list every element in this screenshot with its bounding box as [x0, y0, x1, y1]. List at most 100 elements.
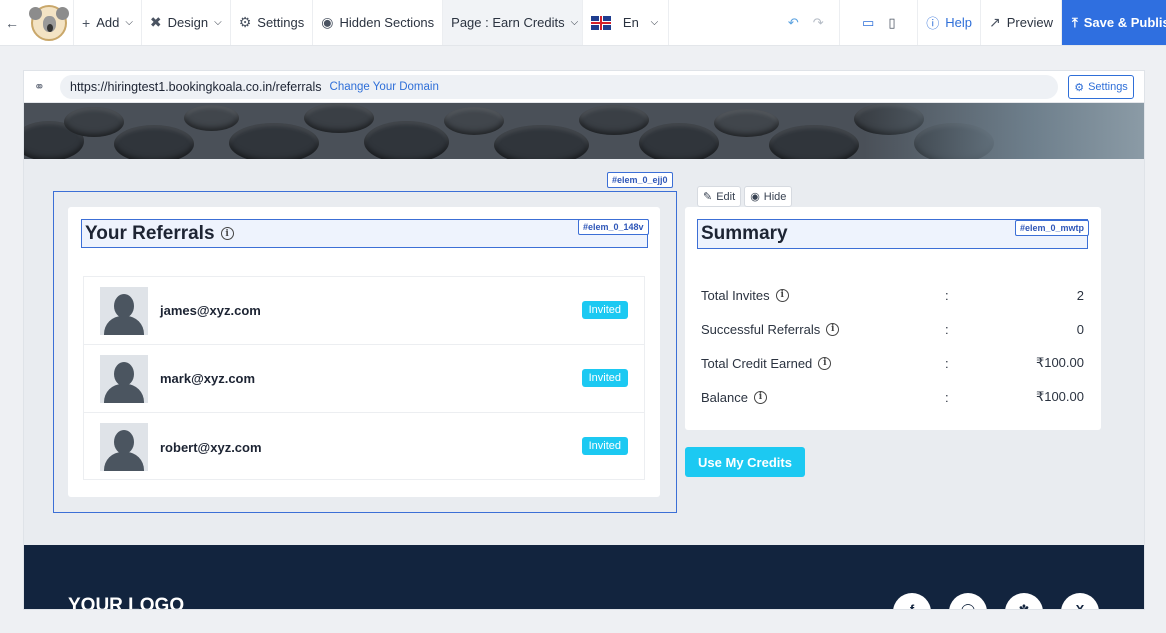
summary-label: Successful Referrals: [701, 321, 821, 337]
summary-colon: :: [945, 321, 949, 337]
summary-value: ₹100.00: [1035, 355, 1084, 370]
summary-card: Summary #elem_0_mwtp Total Invites i : 2…: [685, 207, 1101, 430]
arrow-left-icon: ←: [5, 14, 19, 31]
link-icon: ⚭: [34, 79, 45, 94]
info-icon[interactable]: i: [220, 227, 234, 240]
referral-email: james@xyz.com: [160, 303, 261, 318]
eye-icon: ◉: [750, 191, 760, 203]
summary-colon: :: [945, 389, 949, 405]
status-badge: Invited: [581, 301, 628, 319]
summary-title: Summary: [701, 223, 788, 244]
x-icon[interactable]: X: [1061, 593, 1099, 609]
referral-email: mark@xyz.com: [160, 371, 256, 386]
change-domain-link[interactable]: Change Your Domain: [330, 81, 439, 93]
site-footer: YOUR LOGO f ◯ ✽ X: [24, 545, 1144, 609]
help-label: Help: [945, 15, 973, 30]
list-item: robert@xyz.com Invited: [84, 413, 644, 481]
help-button[interactable]: ⓘ Help: [918, 0, 982, 45]
edit-button[interactable]: ✎ Edit: [697, 186, 742, 207]
undo-redo-group: ↶ ↷: [772, 0, 841, 45]
list-item: mark@xyz.com Invited: [84, 345, 644, 413]
preview-button[interactable]: ↗ Preview: [981, 0, 1062, 45]
facebook-icon[interactable]: f: [893, 593, 931, 609]
referrals-list: james@xyz.com Invited mark@xyz.com Invit…: [83, 276, 645, 480]
info-icon[interactable]: i: [818, 356, 832, 370]
redo-icon[interactable]: ↷: [813, 15, 824, 31]
summary-row: Total Invites i : 2: [701, 278, 1084, 312]
question-circle-icon: ⓘ: [926, 16, 940, 31]
preview-label: Preview: [1006, 15, 1053, 30]
summary-colon: :: [945, 287, 949, 303]
page-prefix: Page :: [451, 15, 489, 30]
page-url: https://hiringtest1.bookingkoala.co.in/r…: [70, 80, 322, 94]
page-select[interactable]: Page : Earn Credits ⌵: [443, 0, 584, 45]
eye-slash-icon: ◉: [321, 14, 334, 30]
tablet-icon[interactable]: ▯: [888, 15, 895, 31]
footer-logo[interactable]: YOUR LOGO: [68, 595, 184, 609]
app-logo[interactable]: [24, 0, 74, 45]
summary-label-wrap: Successful Referrals i: [701, 321, 840, 337]
add-label: Add: [96, 15, 120, 30]
summary-label-wrap: Total Invites i: [701, 288, 789, 303]
referrals-header[interactable]: Your Referrals i: [81, 219, 648, 248]
summary-value: ₹100.00: [1035, 389, 1084, 404]
section-element-tag[interactable]: #elem_0_ejj0: [607, 172, 673, 188]
summary-row: Balance i : ₹100.00: [701, 380, 1084, 414]
design-tools-icon: ✖: [149, 14, 162, 30]
gear-icon: ⚙: [238, 14, 252, 30]
list-item: james@xyz.com Invited: [84, 277, 644, 345]
yelp-icon[interactable]: ✽: [1005, 593, 1043, 609]
info-icon[interactable]: i: [753, 390, 767, 404]
status-badge: Invited: [581, 437, 628, 455]
summary-value: 0: [1076, 321, 1084, 337]
referrals-title: Your Referrals: [85, 222, 215, 244]
url-settings-label: Settings: [1088, 81, 1128, 93]
summary-label: Total Invites: [701, 287, 770, 303]
upload-icon: ⤒: [1072, 14, 1078, 30]
plus-icon: +: [82, 14, 91, 31]
use-my-credits-button[interactable]: Use My Credits: [685, 447, 805, 477]
hide-button[interactable]: ◉ Hide: [744, 186, 793, 207]
editor-toolbar: ← + Add ⌵ ✖ Design ⌵ ⚙ Settings ◉ Hidden…: [0, 0, 1166, 46]
save-publish-button[interactable]: ⤒ Save & Publish: [1062, 0, 1166, 45]
avatar: [100, 423, 148, 471]
summary-row: Total Credit Earned i : ₹100.00: [701, 346, 1084, 380]
summary-label: Total Credit Earned: [701, 355, 813, 371]
url-field[interactable]: https://hiringtest1.bookingkoala.co.in/r…: [60, 75, 1058, 99]
hide-label: Hide: [763, 190, 787, 203]
info-icon[interactable]: i: [775, 288, 789, 302]
status-badge: Invited: [581, 369, 628, 387]
avatar: [100, 286, 148, 335]
design-menu-button[interactable]: ✖ Design ⌵: [142, 0, 231, 45]
gear-icon: ⚙: [1074, 81, 1085, 94]
koala-logo-icon: [28, 4, 69, 41]
page-select-text: Page : Earn Credits: [451, 15, 564, 30]
back-button[interactable]: ←: [0, 0, 24, 45]
summary-header-tag[interactable]: #elem_0_mwtp: [1015, 220, 1090, 236]
design-label: Design: [167, 15, 209, 30]
language-value: En: [622, 15, 639, 30]
banner-image: [24, 103, 1144, 159]
undo-icon[interactable]: ↶: [788, 15, 799, 31]
chevron-down-icon: ⌵: [570, 17, 579, 28]
referrals-header-tag[interactable]: #elem_0_148v: [578, 219, 649, 235]
publish-label: Save & Publish: [1083, 15, 1166, 30]
referral-email: robert@xyz.com: [160, 439, 262, 455]
pencil-icon: ✎: [703, 191, 713, 203]
add-menu-button[interactable]: + Add ⌵: [74, 0, 142, 45]
summary-label-wrap: Balance i: [701, 390, 767, 405]
device-toggle-group: ▭ ▯: [840, 0, 919, 45]
chevron-down-icon: ⌵: [125, 17, 133, 28]
info-icon[interactable]: i: [826, 322, 840, 336]
chevron-down-icon: ⌵: [214, 17, 222, 28]
page-value: Earn Credits: [492, 15, 565, 30]
language-select[interactable]: En ⌵: [583, 0, 670, 45]
summary-value: 2: [1076, 287, 1084, 303]
url-settings-button[interactable]: ⚙ Settings: [1068, 75, 1134, 99]
settings-button[interactable]: ⚙ Settings: [231, 0, 314, 45]
instagram-icon[interactable]: ◯: [949, 593, 987, 609]
desktop-icon[interactable]: ▭: [862, 15, 874, 31]
uk-flag-icon: [591, 15, 612, 30]
hidden-sections-button[interactable]: ◉ Hidden Sections: [313, 0, 444, 45]
